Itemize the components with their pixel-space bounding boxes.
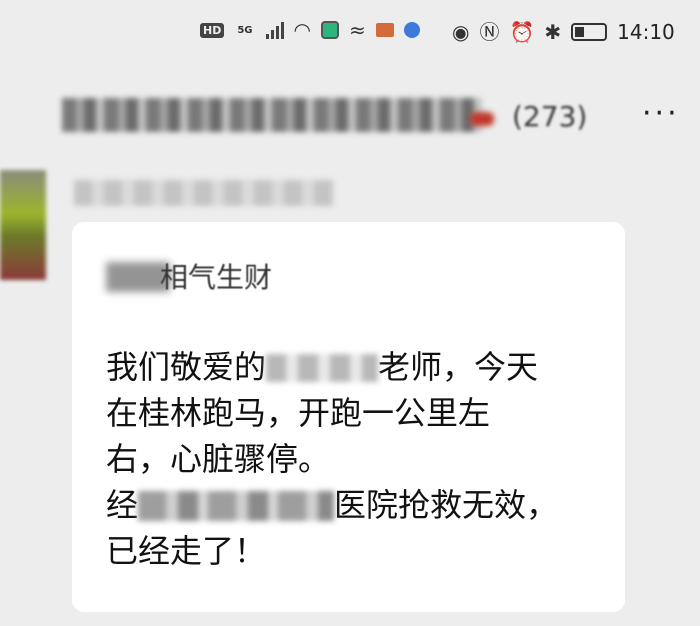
battery-icon [571,23,608,41]
message-body: 我们敬爱的 老师，今天 在桂林跑马，开跑一公里左 右，心脏骤停。 经 医院抢救无效，… [106,344,606,574]
title-emoji-redacted [470,112,494,126]
chat-header: (273) ··· [0,92,700,152]
status-bar: HD 5G ◠ ≈ ◉ Ⓝ ⏰ ✱ 14:10 [0,14,700,58]
app-icon [320,21,339,39]
message-line: 右，心脏骤停。 [106,436,606,482]
avatar[interactable] [0,170,46,280]
alarm-icon: ⏰ [509,20,535,44]
signal-icon [265,21,284,39]
hd-badge: HD [200,22,225,38]
message-text: 右，心脏骤停。 [106,440,331,478]
eye-icon: ◉ [452,20,470,44]
app-icon-4 [403,22,420,38]
header-text: 相气生财 [160,261,273,294]
name-redacted [266,354,379,382]
clock: 14:10 [617,20,675,44]
message-line: 我们敬爱的 老师，今天 [106,344,606,390]
nfc-icon: Ⓝ [479,20,500,44]
message-text: 已经走了！ [106,532,267,570]
chat-title-redacted [62,98,482,132]
5g-badge: 5G [237,24,253,36]
message-text: 我们敬爱的 [106,348,267,386]
message-line: 在桂林跑马，开跑一公里左 [106,390,606,436]
message-text: 在桂林跑马，开跑一公里左 [106,394,491,432]
message-text: 医院抢救无效， [334,486,559,524]
app-icon-2: ≈ [348,18,366,42]
wifi-icon: ◠ [293,18,311,42]
message-text: 经 [106,486,139,524]
more-options-button[interactable]: ··· [642,96,680,131]
message-header: 相气生财 [106,256,366,296]
bluetooth-icon: ✱ [544,20,562,44]
app-icon-3 [375,23,394,37]
hospital-name-redacted [138,491,335,521]
member-count: (273) [512,100,588,133]
message-line: 已经走了！ [106,528,606,574]
message-text: 老师，今天 [378,348,539,386]
message-bubble[interactable]: 相气生财 我们敬爱的 老师，今天 在桂林跑马，开跑一公里左 右，心脏骤停。 经 医院… [72,222,625,612]
message-line: 经 医院抢救无效， [106,482,606,528]
sender-name-redacted [74,180,334,206]
